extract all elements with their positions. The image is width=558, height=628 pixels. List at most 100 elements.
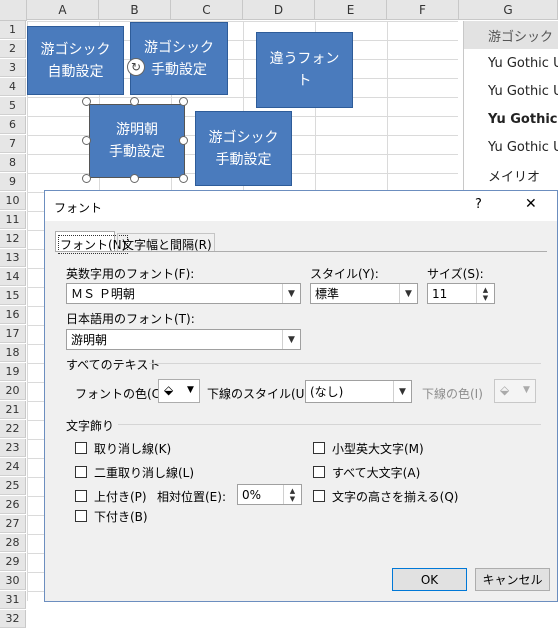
chevron-down-icon[interactable]: ▼ xyxy=(282,330,300,349)
chevron-down-icon[interactable]: ▼ xyxy=(393,381,411,402)
small-caps-checkbox[interactable] xyxy=(313,442,325,454)
row-header[interactable]: 23 xyxy=(0,439,26,457)
row-header[interactable]: 2 xyxy=(0,40,26,58)
resize-handle-bl[interactable] xyxy=(82,174,91,183)
resize-handle-b[interactable] xyxy=(130,174,139,183)
asian-font-select[interactable]: 游明朝 ▼ xyxy=(66,329,301,350)
subscript-label: 下付き(B) xyxy=(94,510,148,524)
equalize-height-label: 文字の高さを揃える(Q) xyxy=(332,490,459,504)
offset-spinner[interactable]: 0% ▲ ▼ xyxy=(237,484,302,505)
double-strikethrough-checkbox[interactable] xyxy=(75,466,87,478)
font-list-item[interactable]: Yu Gothic U xyxy=(464,77,558,105)
row-header[interactable]: 4 xyxy=(0,78,26,96)
shape-yugothic-manual-2[interactable]: 游ゴシック 手動設定 xyxy=(195,111,292,186)
size-spinner[interactable]: 11 ▲ ▼ xyxy=(427,283,495,304)
row-header[interactable]: 8 xyxy=(0,154,26,172)
spinner-arrows-icon[interactable]: ▲ ▼ xyxy=(476,284,494,303)
rotate-handle-icon[interactable]: ↻ xyxy=(127,58,145,76)
row-header[interactable]: 18 xyxy=(0,344,26,362)
shape-yugothic-auto[interactable]: 游ゴシック 自動設定 xyxy=(27,26,124,95)
row-header[interactable]: 32 xyxy=(0,610,26,628)
chevron-down-icon[interactable]: ▼ xyxy=(282,284,300,303)
select-all-corner[interactable] xyxy=(0,0,27,21)
column-header-b[interactable]: B xyxy=(99,0,171,20)
font-list-item[interactable]: Yu Gothic U xyxy=(464,133,558,161)
font-list-item[interactable]: 游ゴシック xyxy=(464,21,558,49)
column-header-a[interactable]: A xyxy=(27,0,99,20)
double-strikethrough-label: 二重取り消し線(L) xyxy=(94,466,195,480)
latin-font-select[interactable]: ＭＳ Ｐ明朝 ▼ xyxy=(66,283,301,304)
row-header[interactable]: 13 xyxy=(0,249,26,267)
equalize-height-checkbox[interactable] xyxy=(313,490,325,502)
shape-yumincho-manual-selected[interactable]: 游明朝 手動設定 xyxy=(89,104,185,178)
resize-handle-tl[interactable] xyxy=(82,97,91,106)
row-header[interactable]: 29 xyxy=(0,553,26,571)
row-header[interactable]: 31 xyxy=(0,591,26,609)
all-caps-checkbox[interactable] xyxy=(313,466,325,478)
column-header-g[interactable]: G xyxy=(459,0,558,20)
row-header[interactable]: 10 xyxy=(0,192,26,210)
row-header[interactable]: 3 xyxy=(0,59,26,77)
font-list-item[interactable]: Yu Gothic U xyxy=(464,49,558,77)
row-header[interactable]: 30 xyxy=(0,572,26,590)
shape-different-font[interactable]: 違うフォン ト xyxy=(256,32,353,108)
chevron-down-icon[interactable]: ▼ xyxy=(399,284,417,303)
row-header[interactable]: 16 xyxy=(0,306,26,324)
column-header-c[interactable]: C xyxy=(171,0,243,20)
resize-handle-t[interactable] xyxy=(130,97,139,106)
spinner-arrows-icon[interactable]: ▲ ▼ xyxy=(283,485,301,504)
font-name-dropdown-list: 游ゴシック Yu Gothic U Yu Gothic U Yu Gothic … xyxy=(463,21,558,191)
row-header[interactable]: 24 xyxy=(0,458,26,476)
close-icon[interactable]: ✕ xyxy=(525,196,537,212)
tab-spacing[interactable]: 文字幅と間隔(R) xyxy=(117,233,215,252)
asian-font-value: 游明朝 xyxy=(71,333,108,347)
row-header[interactable]: 19 xyxy=(0,363,26,381)
resize-handle-tr[interactable] xyxy=(179,97,188,106)
font-list-item[interactable]: Yu Gothic xyxy=(464,105,558,133)
resize-handle-br[interactable] xyxy=(179,174,188,183)
strikethrough-label: 取り消し線(K) xyxy=(94,442,172,456)
resize-handle-r[interactable] xyxy=(179,136,188,145)
row-header[interactable]: 20 xyxy=(0,382,26,400)
font-color-button[interactable]: ⬙ ▼ xyxy=(158,379,200,403)
underline-color-button[interactable]: ⬙ ▼ xyxy=(494,379,536,403)
ok-button[interactable]: OK xyxy=(392,568,467,591)
paint-bucket-icon: ⬙ xyxy=(500,383,510,397)
subscript-checkbox[interactable] xyxy=(75,510,87,522)
row-header[interactable]: 17 xyxy=(0,325,26,343)
underline-style-select[interactable]: (なし) ▼ xyxy=(305,380,412,403)
row-header[interactable]: 25 xyxy=(0,477,26,495)
font-list-item[interactable]: メイリオ xyxy=(464,161,558,189)
row-header[interactable]: 12 xyxy=(0,230,26,248)
paint-bucket-icon: ⬙ xyxy=(164,383,174,397)
shape-yugothic-manual-1[interactable]: 游ゴシック 手動設定 xyxy=(130,22,228,95)
tab-font[interactable]: フォント(N) xyxy=(55,231,129,254)
all-text-header: すべてのテキスト xyxy=(66,358,161,372)
cancel-button[interactable]: キャンセル xyxy=(475,568,550,591)
row-header[interactable]: 21 xyxy=(0,401,26,419)
row-header[interactable]: 7 xyxy=(0,135,26,153)
row-header[interactable]: 22 xyxy=(0,420,26,438)
column-header-e[interactable]: E xyxy=(315,0,387,20)
column-header-d[interactable]: D xyxy=(243,0,315,20)
tab-divider xyxy=(55,251,547,252)
row-header[interactable]: 28 xyxy=(0,534,26,552)
row-header[interactable]: 15 xyxy=(0,287,26,305)
strikethrough-checkbox[interactable] xyxy=(75,442,87,454)
row-header[interactable]: 26 xyxy=(0,496,26,514)
superscript-checkbox[interactable] xyxy=(75,490,87,502)
row-header[interactable]: 5 xyxy=(0,97,26,115)
effects-header: 文字飾り xyxy=(66,419,115,433)
row-header[interactable]: 14 xyxy=(0,268,26,286)
column-header-f[interactable]: F xyxy=(387,0,459,20)
resize-handle-l[interactable] xyxy=(82,136,91,145)
row-header[interactable]: 6 xyxy=(0,116,26,134)
row-header[interactable]: 9 xyxy=(0,173,26,191)
row-header[interactable]: 27 xyxy=(0,515,26,533)
row-header[interactable]: 11 xyxy=(0,211,26,229)
underline-style-value: (なし) xyxy=(310,385,344,399)
style-select[interactable]: 標準 ▼ xyxy=(310,283,418,304)
style-label: スタイル(Y): xyxy=(310,267,379,281)
help-button[interactable]: ? xyxy=(475,197,482,212)
row-header[interactable]: 1 xyxy=(0,21,26,39)
